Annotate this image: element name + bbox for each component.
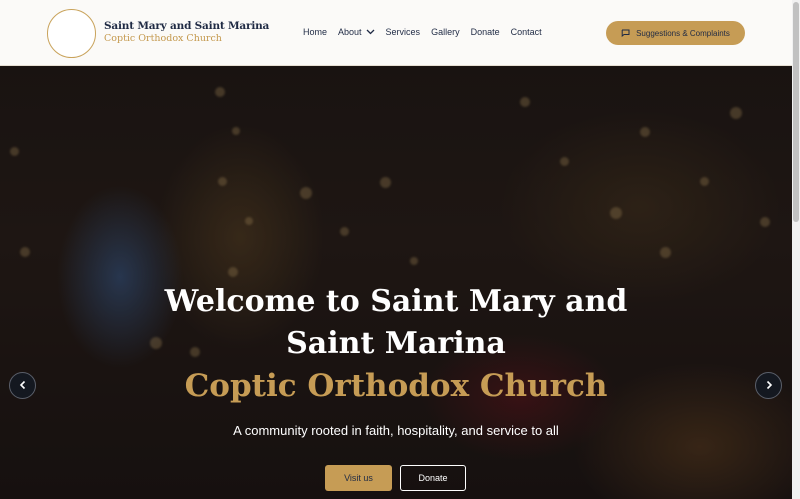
cta-label: Suggestions & Complaints bbox=[636, 28, 730, 38]
nav-contact[interactable]: Contact bbox=[511, 27, 542, 37]
page-scrollbar[interactable] bbox=[792, 0, 800, 499]
chevron-right-icon bbox=[765, 377, 773, 395]
scrollbar-thumb[interactable] bbox=[793, 2, 799, 222]
visit-us-button[interactable]: Visit us bbox=[325, 465, 392, 491]
nav-services[interactable]: Services bbox=[386, 27, 421, 37]
nav-about[interactable]: About bbox=[338, 27, 375, 37]
brand-subtitle: Coptic Orthodox Church bbox=[104, 32, 222, 44]
nav-gallery[interactable]: Gallery bbox=[431, 27, 460, 37]
nav-about-label: About bbox=[338, 27, 362, 37]
church-logo[interactable] bbox=[47, 9, 96, 58]
site-header: Saint Mary and Saint Marina Coptic Ortho… bbox=[0, 0, 792, 66]
suggestions-complaints-button[interactable]: Suggestions & Complaints bbox=[606, 21, 745, 45]
chevron-left-icon bbox=[19, 377, 27, 395]
nav-home[interactable]: Home bbox=[303, 27, 327, 37]
main-nav: Home About Services Gallery Donate Conta… bbox=[303, 27, 553, 37]
chat-icon bbox=[621, 29, 630, 37]
carousel-prev-button[interactable] bbox=[9, 372, 36, 399]
hero-section: Welcome to Saint Mary and Saint Marina C… bbox=[0, 67, 792, 499]
hero-donate-button[interactable]: Donate bbox=[400, 465, 466, 491]
brand[interactable]: Saint Mary and Saint Marina Coptic Ortho… bbox=[104, 21, 269, 43]
brand-name: Saint Mary and Saint Marina bbox=[104, 20, 270, 32]
carousel-next-button[interactable] bbox=[755, 372, 782, 399]
hero-title-line-1: Welcome to Saint Mary and bbox=[164, 284, 628, 319]
nav-donate[interactable]: Donate bbox=[471, 27, 500, 37]
hero-subtitle: A community rooted in faith, hospitality… bbox=[233, 423, 559, 438]
chevron-down-icon bbox=[366, 27, 375, 37]
hero-accent-title: Coptic Orthodox Church bbox=[184, 368, 608, 404]
hero-title-line-2: Saint Marina bbox=[286, 326, 506, 361]
